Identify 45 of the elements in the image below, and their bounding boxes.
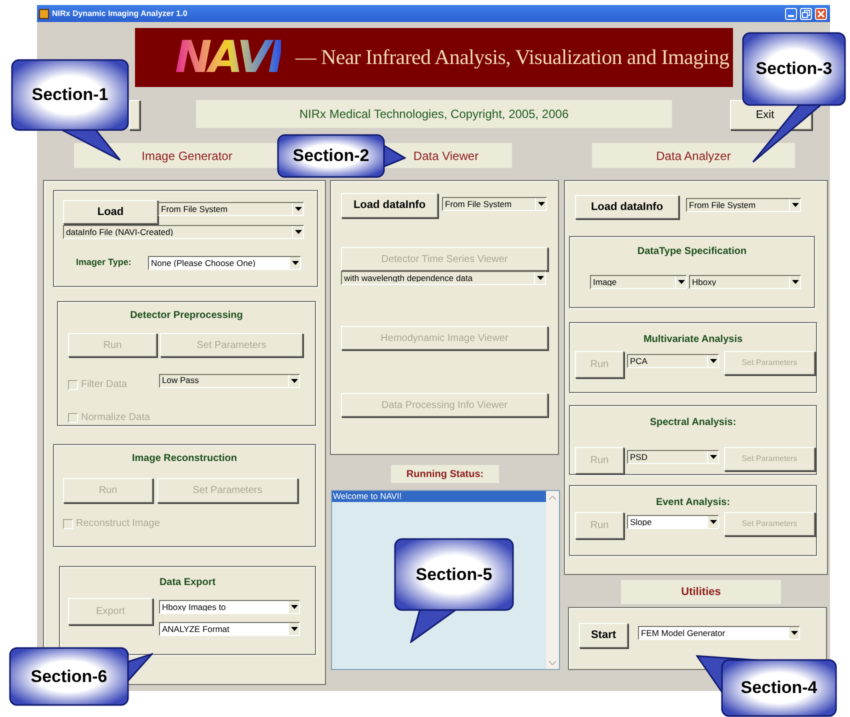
dropdown[interactable]: PSD: [627, 450, 719, 464]
group-title: Event Analysis:: [654, 496, 732, 510]
callout-label: Section-6: [30, 666, 108, 688]
dropdown[interactable]: Slope: [627, 515, 719, 529]
dropdown[interactable]: Image: [590, 275, 687, 289]
group-title: Detector Preprocessing: [129, 309, 244, 323]
minimize-icon[interactable]: [788, 14, 794, 16]
dropdown[interactable]: From File System: [442, 197, 547, 211]
callout-label: Section-5: [416, 564, 492, 586]
blank-button[interactable]: [129, 100, 140, 130]
group-title: Spectral Analysis:: [648, 416, 738, 430]
checkbox-label: Reconstruct Image: [76, 517, 160, 531]
group-title: Image Reconstruction: [130, 452, 238, 466]
start-button[interactable]: Start: [579, 623, 628, 648]
section-title: Data Analyzer: [592, 143, 795, 168]
load-button[interactable]: Load dataInfo: [341, 193, 438, 218]
callout-label: Section-3: [756, 58, 832, 80]
window-title: NIRx Dynamic Imaging Analyzer 1.0: [52, 8, 188, 20]
dropdown[interactable]: dataInfo File (NAVI-Created): [63, 225, 304, 239]
dropdown[interactable]: ANALYZE Format: [159, 622, 300, 636]
group-title: Multivariate Analysis: [642, 333, 744, 347]
imager-type-label: Imager Type:: [76, 256, 132, 270]
minimize-button[interactable]: [785, 8, 797, 20]
status-title: Running Status:: [391, 465, 499, 483]
dropdown[interactable]: Hboxy Images to: [159, 600, 300, 614]
dropdown[interactable]: From File System: [686, 198, 801, 212]
checkbox-label: Normalize Data: [81, 411, 150, 425]
group-title: DataType Specification: [636, 245, 748, 259]
callout-label: Section-2: [292, 145, 370, 168]
app-icon: [39, 8, 49, 18]
dropdown[interactable]: From File System: [158, 202, 304, 216]
dropdown[interactable]: Low Pass: [159, 374, 300, 388]
dropdown[interactable]: None (Please Choose One): [148, 256, 301, 270]
callout-label: Section-4: [740, 677, 818, 700]
dropdown[interactable]: FEM Model Generator: [638, 626, 800, 640]
tagline: — Near Infrared Analysis, Visualization and Imaging: [295, 44, 730, 71]
callout-label: Section-1: [32, 84, 108, 106]
dropdown[interactable]: PCA: [627, 354, 719, 368]
load-button[interactable]: Load: [63, 200, 158, 224]
load-button[interactable]: Load dataInfo: [575, 195, 679, 219]
group-title: Data Export: [158, 576, 217, 590]
checkbox-label: Filter Data: [81, 378, 128, 392]
section-title: Utilities: [621, 580, 781, 604]
copyright-text: NIRx Medical Technologies, Copyright, 2005, 2006: [196, 100, 672, 128]
dropdown[interactable]: Hboxy: [689, 275, 801, 289]
